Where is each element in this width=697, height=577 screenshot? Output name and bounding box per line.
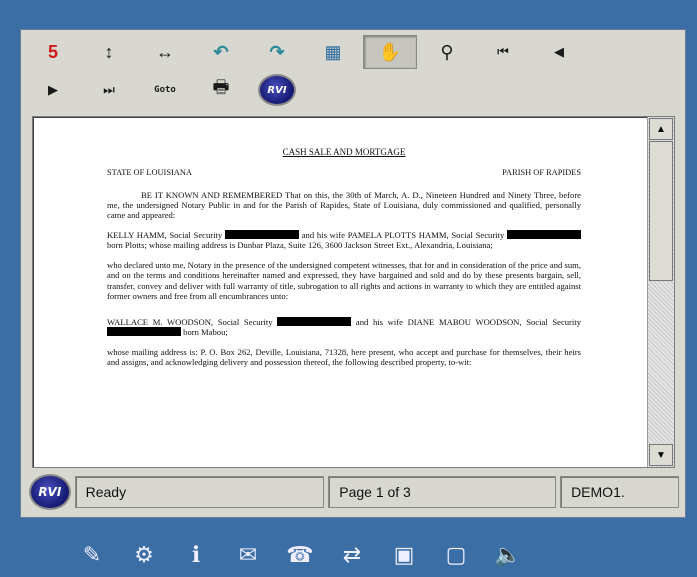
redaction-box: [277, 316, 352, 326]
toolbar-row-1: 5 ↕ ↔ ↶ ↷ ▦ ✋ ⚲ ⏮ ◀: [27, 34, 589, 70]
document-text: CASH SALE AND MORTGAGE STATE OF LOUISIAN…: [107, 147, 582, 377]
info-icon[interactable]: ℹ: [178, 538, 214, 572]
paragraph-5: whose mailing address is: P. O. Box 262,…: [107, 347, 581, 368]
scroll-down-button[interactable]: ▼: [649, 444, 673, 466]
print-icon[interactable]: 🖶: [195, 74, 247, 106]
state-label: STATE OF LOUISIANA: [107, 167, 192, 177]
taskbar: ✎ ⚙ ℹ ✉ ☎ ⇄ ▣ ▢ 🔈: [74, 536, 644, 574]
scroll-up-button[interactable]: ▲: [649, 118, 673, 140]
pan-hand-icon[interactable]: ✋: [363, 35, 417, 69]
vertical-scrollbar[interactable]: ▲ ▼: [647, 117, 674, 467]
paragraph-4: WALLACE M. WOODSON, Social Security and …: [107, 316, 581, 337]
redaction-box: [224, 229, 299, 239]
rotate-right-icon[interactable]: ↷: [251, 36, 303, 68]
next-page-icon[interactable]: ▶: [27, 74, 79, 106]
goto-icon[interactable]: Goto: [139, 74, 191, 106]
status-bar: RVI Ready Page 1 of 3 DEMO1.: [29, 474, 679, 510]
redaction-box: [107, 326, 181, 336]
rvi-status-logo: RVI: [29, 474, 71, 510]
fit-width-icon[interactable]: ↔: [139, 36, 191, 68]
rotate-left-icon[interactable]: ↶: [195, 36, 247, 68]
first-page-arrow-icon[interactable]: ⏮: [477, 36, 529, 68]
toolbar-row-2: ▶ ⏭ Goto 🖶 RVI: [27, 72, 307, 108]
speaker-icon[interactable]: 🔈: [490, 538, 526, 572]
redaction-box: [507, 229, 582, 239]
paragraph-3: who declared unto me, Notary in the pres…: [107, 260, 581, 301]
paragraph-1: BE IT KNOWN AND REMEMBERED That on this,…: [107, 189, 581, 220]
document-header-row: STATE OF LOUISIANA PARISH OF RAPIDES: [107, 168, 581, 178]
document-viewport[interactable]: CASH SALE AND MORTGAGE STATE OF LOUISIAN…: [32, 116, 675, 468]
previous-page-icon[interactable]: ◀: [533, 36, 585, 68]
status-state: Ready: [74, 476, 325, 508]
box-light-icon[interactable]: ▢: [438, 538, 474, 572]
rvi-logo-icon[interactable]: RVI: [251, 74, 303, 106]
toolbar: 5 ↕ ↔ ↶ ↷ ▦ ✋ ⚲ ⏮ ◀ ▶ ⏭ Goto 🖶 RVI: [27, 34, 679, 110]
transfer-icon[interactable]: ⇄: [334, 538, 370, 572]
last-page-icon[interactable]: ⏭: [83, 74, 135, 106]
paragraph-2: KELLY HAMM, Social Security and his wife…: [107, 229, 582, 250]
parish-label: PARISH OF RAPIDES: [502, 167, 581, 177]
edit-icon[interactable]: ✎: [74, 538, 110, 572]
network-icon[interactable]: ⚙: [126, 538, 162, 572]
thumbnails-icon[interactable]: ▦: [307, 36, 359, 68]
scroll-thumb[interactable]: [649, 141, 673, 281]
viewer-window: 5 ↕ ↔ ↶ ↷ ▦ ✋ ⚲ ⏮ ◀ ▶ ⏭ Goto 🖶 RVI CASH …: [20, 29, 686, 518]
zoom-icon[interactable]: ⚲: [421, 36, 473, 68]
first-page-icon[interactable]: 5: [27, 36, 79, 68]
status-mode: DEMO1.: [560, 476, 679, 508]
document-title: CASH SALE AND MORTGAGE: [282, 147, 406, 157]
fit-height-icon[interactable]: ↕: [83, 36, 135, 68]
box-dark-icon[interactable]: ▣: [386, 538, 422, 572]
document-page: CASH SALE AND MORTGAGE STATE OF LOUISIAN…: [33, 117, 645, 467]
fax-icon[interactable]: ☎: [282, 538, 318, 572]
status-page-indicator: Page 1 of 3: [328, 476, 557, 508]
mail-icon[interactable]: ✉: [230, 538, 266, 572]
